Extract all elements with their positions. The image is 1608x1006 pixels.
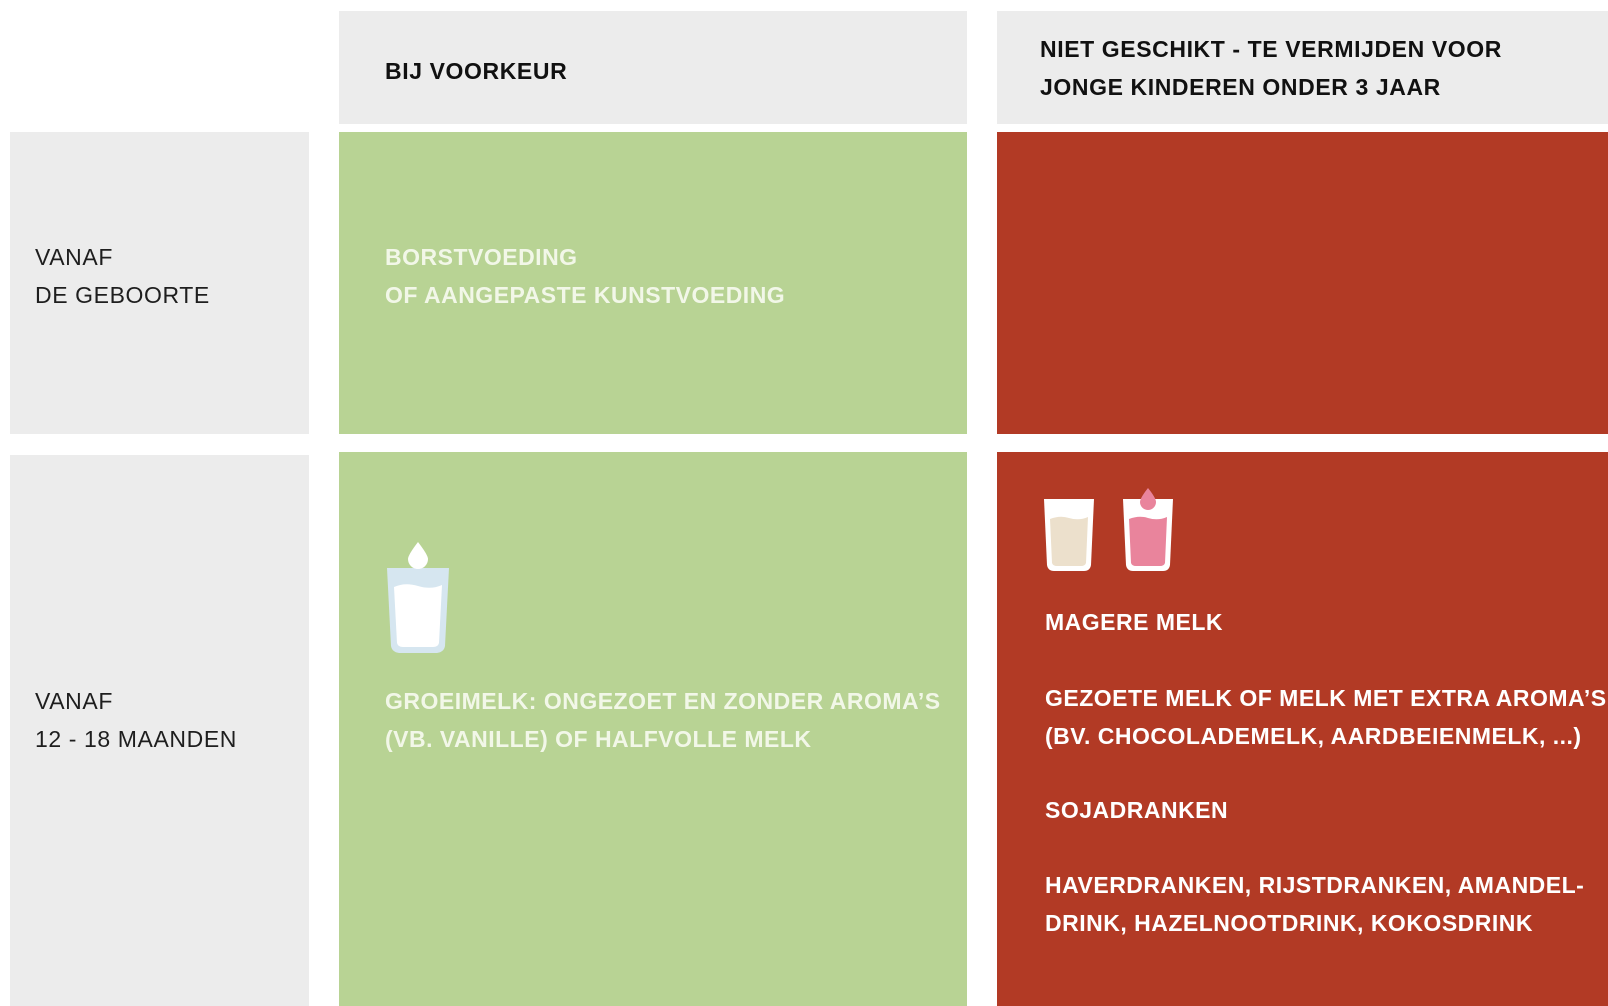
vanilla-milk-glass-icon xyxy=(1044,499,1094,571)
row-2-age-label: VANAF 12 - 18 MAANDEN xyxy=(35,688,238,752)
strawberry-milk-glass-icon xyxy=(1123,488,1173,571)
row-2-age-cell: VANAF 12 - 18 MAANDEN xyxy=(10,455,309,1006)
row-1-avoid-cell xyxy=(997,132,1608,434)
row-2-preferred-cell: GROEIMELK: ONGEZOET EN ZONDER AROMA’S (V… xyxy=(339,452,967,1006)
avoid-item-sweetened-milk: GEZOETE MELK OF MELK MET EXTRA AROMA’S (… xyxy=(1045,685,1607,749)
row-2-avoid-cell: MAGERE MELK GEZOETE MELK OF MELK MET EXT… xyxy=(997,452,1608,1006)
row-1-age-label: VANAF DE GEBOORTE xyxy=(35,244,210,308)
header-cell-avoid: NIET GESCHIKT - TE VERMIJDEN VOOR JONGE … xyxy=(997,11,1608,124)
milk-glass-icon xyxy=(387,542,449,653)
row-1-preferred-text: BORSTVOEDING OF AANGEPASTE KUNSTVOEDING xyxy=(385,244,786,308)
header-preferred-label: BIJ VOORKEUR xyxy=(385,58,568,84)
header-avoid-label: NIET GESCHIKT - TE VERMIJDEN VOOR JONGE … xyxy=(1040,36,1502,100)
row-2-preferred-text: GROEIMELK: ONGEZOET EN ZONDER AROMA’S (V… xyxy=(385,688,941,752)
avoid-item-soy-drinks: SOJADRANKEN xyxy=(1045,797,1229,823)
avoid-item-plant-drinks: HAVERDRANKEN, RIJSTDRANKEN, AMANDEL- DRI… xyxy=(1045,872,1585,936)
avoid-item-skim-milk: MAGERE MELK xyxy=(1045,609,1223,635)
row-1-age-cell: VANAF DE GEBOORTE xyxy=(10,132,309,434)
header-cell-preferred: BIJ VOORKEUR xyxy=(339,11,967,124)
row-1-preferred-cell: BORSTVOEDING OF AANGEPASTE KUNSTVOEDING xyxy=(339,132,967,434)
